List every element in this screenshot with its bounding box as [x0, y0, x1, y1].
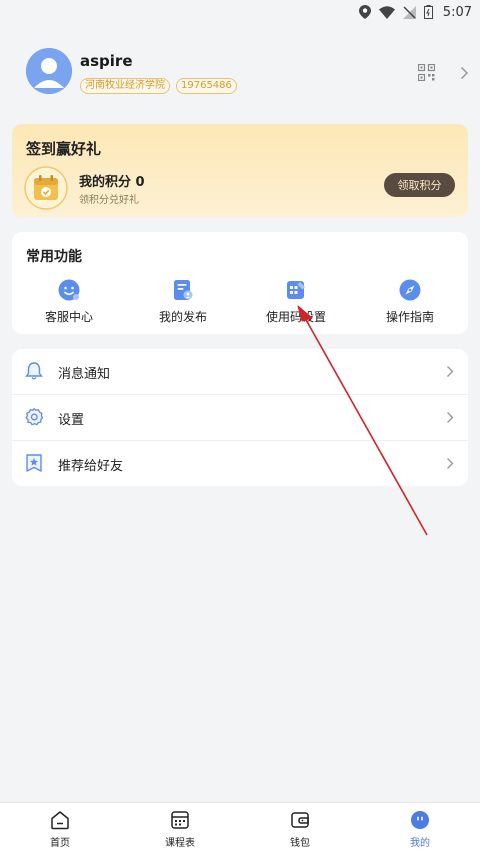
claim-points-button[interactable]: 领取积分	[384, 173, 455, 197]
points-title: 我的积分 0	[79, 175, 145, 190]
school-tag: 河南牧业经济学院	[80, 78, 170, 94]
battery-icon	[423, 5, 433, 19]
function-customer-service[interactable]: 客服中心	[19, 278, 119, 328]
gear-icon	[25, 407, 44, 426]
chevron-right-icon	[447, 458, 454, 469]
function-label: 我的发布	[158, 310, 207, 324]
tab-home[interactable]: 首页	[30, 809, 90, 849]
default-avatar-icon	[26, 48, 72, 94]
common-functions-card: 常用功能 客服中心 我的发布 使用码设置 操作指南	[12, 232, 468, 334]
bottom-tab-bar: 首页 课程表 钱包 我的	[0, 802, 480, 853]
function-guide[interactable]: 操作指南	[360, 278, 460, 328]
chevron-right-icon	[447, 412, 454, 423]
bell-icon	[25, 362, 43, 380]
menu-item-label: 设置	[58, 413, 85, 428]
tab-profile[interactable]: 我的	[390, 809, 450, 849]
id-tag: 19765486	[176, 78, 237, 94]
status-time: 5:07	[442, 4, 472, 20]
tab-label: 课程表	[165, 838, 195, 849]
points-subtitle: 领积分兑好礼	[79, 195, 139, 206]
menu-item-label: 消息通知	[58, 367, 111, 382]
my-posts-icon	[174, 280, 193, 300]
location-icon	[358, 5, 371, 19]
chevron-right-icon[interactable]	[460, 66, 469, 80]
tab-wallet[interactable]: 钱包	[270, 809, 330, 849]
function-label: 使用码设置	[265, 310, 326, 324]
tab-schedule[interactable]: 课程表	[150, 809, 210, 849]
menu-item-recommend[interactable]: 推荐给好友	[12, 441, 468, 486]
menu-item-notifications[interactable]: 消息通知	[12, 349, 468, 394]
username: aspire	[80, 52, 133, 70]
star-badge-icon	[26, 454, 42, 472]
function-code-settings[interactable]: 使用码设置	[246, 278, 346, 328]
customer-service-icon	[58, 279, 80, 301]
chevron-right-icon	[447, 366, 454, 377]
function-my-posts[interactable]: 我的发布	[133, 278, 233, 328]
tab-label: 我的	[410, 838, 430, 849]
wifi-icon	[378, 5, 395, 19]
profile-header[interactable]: aspire 河南牧业经济学院 19765486	[26, 48, 472, 98]
profile-icon	[411, 811, 429, 829]
signal-off-icon	[402, 5, 416, 19]
signin-title: 签到赢好礼	[26, 140, 102, 158]
menu-list-card: 消息通知 设置 推荐给好友	[12, 349, 468, 486]
compass-icon	[399, 279, 421, 301]
code-settings-icon	[287, 281, 305, 299]
status-bar: 5:07	[0, 0, 480, 24]
tab-label: 首页	[50, 838, 70, 849]
menu-item-settings[interactable]: 设置	[12, 395, 468, 440]
schedule-icon	[171, 811, 189, 829]
avatar[interactable]	[26, 48, 72, 94]
tab-label: 钱包	[290, 838, 310, 849]
function-label: 操作指南	[385, 310, 434, 324]
signin-card: 签到赢好礼 我的积分 0 领积分兑好礼 领取积分	[12, 124, 468, 217]
function-label: 客服中心	[44, 310, 93, 324]
common-functions-title: 常用功能	[26, 249, 82, 265]
qr-code-icon[interactable]	[418, 64, 435, 81]
wallet-icon	[291, 812, 309, 828]
calendar-medal-icon	[24, 166, 68, 210]
home-icon	[51, 811, 69, 830]
profile-tags: 河南牧业经济学院 19765486	[80, 78, 237, 94]
menu-item-label: 推荐给好友	[58, 459, 124, 474]
